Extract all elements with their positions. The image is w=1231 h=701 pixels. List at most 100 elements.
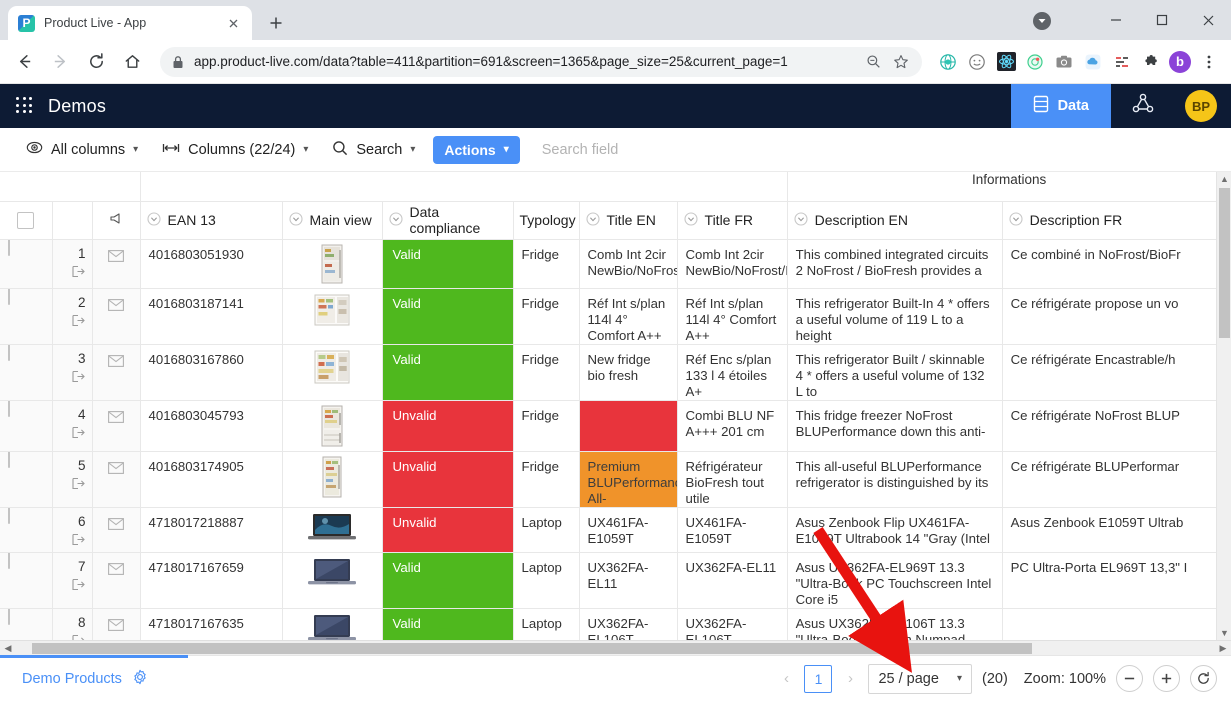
cell-ean[interactable]: 4718017218887: [140, 507, 282, 552]
envelope-icon[interactable]: [108, 462, 124, 477]
next-page-button[interactable]: ›: [842, 670, 858, 687]
profile-avatar-icon[interactable]: b: [1166, 48, 1194, 76]
tab-graph[interactable]: [1111, 84, 1175, 128]
close-tab-icon[interactable]: [225, 15, 242, 32]
cell-typology[interactable]: Fridge: [513, 344, 579, 400]
row-select-cell[interactable]: [0, 344, 52, 400]
cell-description-fr[interactable]: Ce réfrigérate BLUPerformar: [1002, 451, 1231, 507]
cell-ean[interactable]: 4016803187141: [140, 288, 282, 344]
row-message-cell[interactable]: [92, 451, 140, 507]
gear-icon[interactable]: [132, 669, 148, 689]
row-select-cell[interactable]: [0, 288, 52, 344]
cell-data-compliance[interactable]: Valid: [382, 344, 513, 400]
cell-title-fr[interactable]: UX461FA-E1059T: [677, 507, 787, 552]
column-header-description-fr[interactable]: Description FR: [1002, 201, 1231, 239]
column-header-main-view[interactable]: Main view: [282, 201, 382, 239]
cell-typology[interactable]: Fridge: [513, 451, 579, 507]
row-message-cell[interactable]: [92, 239, 140, 288]
column-header-ean[interactable]: EAN 13: [140, 201, 282, 239]
cell-ean[interactable]: 4016803045793: [140, 400, 282, 451]
maximize-icon[interactable]: [1139, 0, 1185, 40]
table-row[interactable]: 44016803045793UnvalidFridgeCombi BLU NF …: [0, 400, 1231, 451]
cell-main-view[interactable]: [282, 451, 382, 507]
cell-ean[interactable]: 4016803051930: [140, 239, 282, 288]
envelope-icon[interactable]: [108, 411, 124, 426]
cell-title-fr[interactable]: UX362FA-EL11: [677, 552, 787, 608]
cell-typology[interactable]: Laptop: [513, 552, 579, 608]
apps-grid-icon[interactable]: [16, 97, 34, 115]
puzzle-extension-icon[interactable]: [1137, 48, 1165, 76]
minimize-icon[interactable]: [1093, 0, 1139, 40]
cell-ean[interactable]: 4016803167860: [140, 344, 282, 400]
envelope-icon[interactable]: [108, 355, 124, 370]
cell-data-compliance[interactable]: Unvalid: [382, 507, 513, 552]
scroll-left-arrow[interactable]: ◀: [0, 643, 16, 654]
page-size-select[interactable]: 25 / page ▾: [868, 664, 972, 694]
table-row[interactable]: 74718017167659ValidLaptopUX362FA-EL11UX3…: [0, 552, 1231, 608]
row-checkbox[interactable]: [8, 507, 10, 524]
cell-title-fr[interactable]: Réf Int s/plan 114l 4° Comfort A++: [677, 288, 787, 344]
sheet-tab-demo-products[interactable]: Demo Products: [22, 669, 148, 689]
cell-data-compliance[interactable]: Valid: [382, 288, 513, 344]
avatar[interactable]: BP: [1185, 90, 1217, 122]
cell-title-fr[interactable]: Comb Int 2cir NewBio/NoFrost/Ice: [677, 239, 787, 288]
all-columns-dropdown[interactable]: All columns ▾: [14, 135, 150, 165]
cell-description-en[interactable]: This all-useful BLUPerformance refrigera…: [787, 451, 1002, 507]
envelope-icon[interactable]: [108, 563, 124, 578]
cell-main-view[interactable]: [282, 344, 382, 400]
open-row-icon[interactable]: [53, 477, 86, 494]
row-select-cell[interactable]: [0, 552, 52, 608]
column-header-title-en[interactable]: Title EN: [579, 201, 677, 239]
row-message-cell[interactable]: [92, 288, 140, 344]
column-header-data-compliance[interactable]: Data compliance: [382, 201, 513, 239]
scroll-down-arrow[interactable]: ▼: [1217, 628, 1231, 638]
row-message-cell[interactable]: [92, 552, 140, 608]
cloud-extension-icon[interactable]: [1079, 48, 1107, 76]
search-dropdown[interactable]: Search ▾: [320, 135, 427, 165]
cell-title-en[interactable]: [579, 400, 677, 451]
filter-icon[interactable]: [147, 212, 161, 229]
cell-description-en[interactable]: This refrigerator Built-In 4 * offers a …: [787, 288, 1002, 344]
cell-description-fr[interactable]: Ce combiné in NoFrost/BioFr: [1002, 239, 1231, 288]
chrome-menu-icon[interactable]: [1195, 48, 1223, 76]
cell-typology[interactable]: Fridge: [513, 400, 579, 451]
row-checkbox[interactable]: [8, 239, 10, 256]
globe-extension-icon[interactable]: [934, 48, 962, 76]
cell-title-fr[interactable]: Combi BLU NF A+++ 201 cm: [677, 400, 787, 451]
envelope-icon[interactable]: [108, 619, 124, 634]
back-icon[interactable]: [8, 46, 40, 78]
tab-data[interactable]: Data: [1011, 84, 1111, 128]
filter-icon[interactable]: [586, 212, 600, 229]
open-row-icon[interactable]: [53, 578, 86, 595]
address-bar[interactable]: app.product-live.com/data?table=411&part…: [160, 47, 922, 77]
cell-title-en[interactable]: UX362FA-EL11: [579, 552, 677, 608]
table-horizontal-scrollbar[interactable]: ◀ ▶: [0, 640, 1231, 655]
row-message-cell[interactable]: [92, 344, 140, 400]
table-row[interactable]: 64718017218887UnvalidLaptopUX461FA-E1059…: [0, 507, 1231, 552]
cell-main-view[interactable]: [282, 552, 382, 608]
cell-ean[interactable]: 4016803174905: [140, 451, 282, 507]
row-select-cell[interactable]: [0, 239, 52, 288]
open-row-icon[interactable]: [53, 533, 86, 550]
tab-search-icon[interactable]: [1033, 12, 1051, 30]
cell-title-en[interactable]: Réf Int s/plan 114l 4° Comfort A++: [579, 288, 677, 344]
row-checkbox[interactable]: [8, 400, 10, 417]
column-header-description-en[interactable]: Description EN: [787, 201, 1002, 239]
new-tab-button[interactable]: [262, 9, 290, 37]
envelope-icon[interactable]: [108, 299, 124, 314]
cell-description-en[interactable]: This combined integrated circuits 2 NoFr…: [787, 239, 1002, 288]
row-select-cell[interactable]: [0, 400, 52, 451]
react-devtools-icon[interactable]: [992, 48, 1020, 76]
cell-description-fr[interactable]: Ce réfrigérate NoFrost BLUP: [1002, 400, 1231, 451]
cell-data-compliance[interactable]: Unvalid: [382, 400, 513, 451]
table-row[interactable]: 34016803167860ValidFridgeNew fridge bio …: [0, 344, 1231, 400]
announcement-icon[interactable]: [109, 212, 124, 228]
cell-data-compliance[interactable]: Valid: [382, 552, 513, 608]
cell-title-fr[interactable]: Réf Enc s/plan 133 l 4 étoiles A+: [677, 344, 787, 400]
page-number-1[interactable]: 1: [804, 665, 832, 693]
row-checkbox[interactable]: [8, 451, 10, 468]
home-icon[interactable]: [116, 46, 148, 78]
cell-title-en[interactable]: UX461FA-E1059T: [579, 507, 677, 552]
zoom-in-button[interactable]: [1153, 665, 1180, 692]
filter-icon[interactable]: [389, 212, 403, 229]
